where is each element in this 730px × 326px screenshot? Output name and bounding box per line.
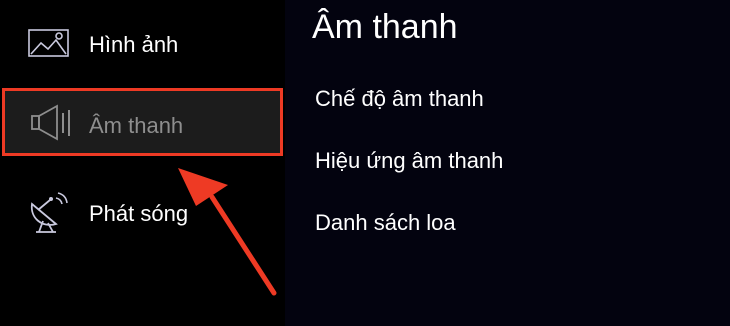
sidebar-item-broadcast[interactable]: Phát sóng bbox=[0, 180, 285, 250]
menu-item-sound-effects[interactable]: Hiệu ứng âm thanh bbox=[315, 148, 503, 174]
sidebar-item-label: Phát sóng bbox=[89, 201, 189, 226]
page-title: Âm thanh bbox=[312, 8, 458, 46]
picture-icon bbox=[28, 29, 69, 57]
menu-item-speaker-list[interactable]: Danh sách loa bbox=[315, 210, 456, 236]
settings-sidebar: Hình ảnh Âm thanh Phát sóng bbox=[0, 0, 285, 326]
sidebar-item-label: Âm thanh bbox=[89, 113, 184, 138]
satellite-dish-icon bbox=[30, 192, 68, 233]
tv-settings-screen: Hình ảnh Âm thanh Phát sóng Âm thanh Chế… bbox=[0, 0, 730, 326]
sidebar-item-picture[interactable]: Hình ảnh bbox=[0, 10, 285, 80]
sidebar-item-sound[interactable]: Âm thanh bbox=[2, 88, 283, 156]
sidebar-item-label: Hình ảnh bbox=[89, 32, 179, 57]
menu-item-sound-mode[interactable]: Chế độ âm thanh bbox=[315, 86, 484, 112]
sound-settings-panel: Âm thanh Chế độ âm thanh Hiệu ứng âm tha… bbox=[285, 0, 730, 326]
speaker-icon bbox=[31, 104, 70, 141]
